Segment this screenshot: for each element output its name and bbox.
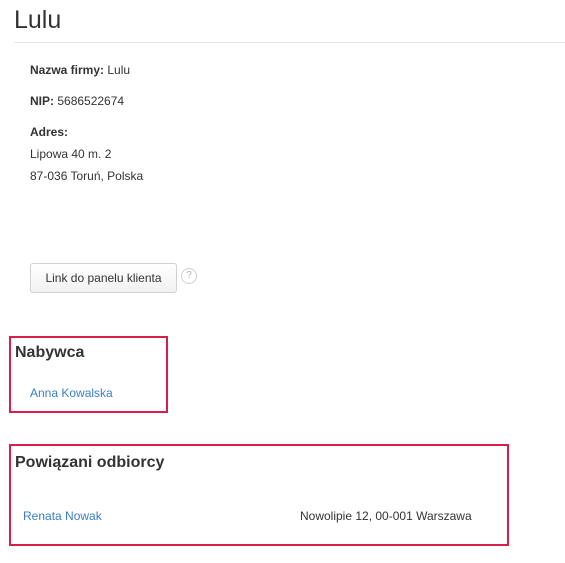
buyer-heading: Nabywca [15, 344, 85, 361]
company-name-row: Nazwa firmy: Lulu [30, 62, 130, 78]
nip-label: NIP: [30, 94, 54, 108]
recipient-name-link[interactable]: Renata Nowak [23, 509, 102, 523]
client-panel-link-button[interactable]: Link do panelu klienta [30, 263, 177, 293]
recipients-heading: Powiązani odbiorcy [15, 454, 165, 471]
question-icon[interactable]: ? [181, 268, 197, 284]
address-line-1: Lipowa 40 m. 2 [30, 147, 112, 161]
company-name-label: Nazwa firmy: [30, 63, 105, 77]
title-divider [14, 42, 565, 43]
nip-row: NIP: 5686522674 [30, 93, 124, 109]
address-label-row: Adres: [30, 124, 68, 140]
nip-value: 5686522674 [57, 94, 125, 108]
buyer-name-link[interactable]: Anna Kowalska [30, 386, 113, 400]
address-line-2: 87-036 Toruń, Polska [30, 169, 144, 183]
company-name-value: Lulu [107, 63, 131, 77]
address-label: Adres: [30, 125, 69, 139]
page-title: Lulu [14, 6, 62, 34]
recipient-address: Nowolipie 12, 00-001 Warszawa [300, 509, 472, 523]
